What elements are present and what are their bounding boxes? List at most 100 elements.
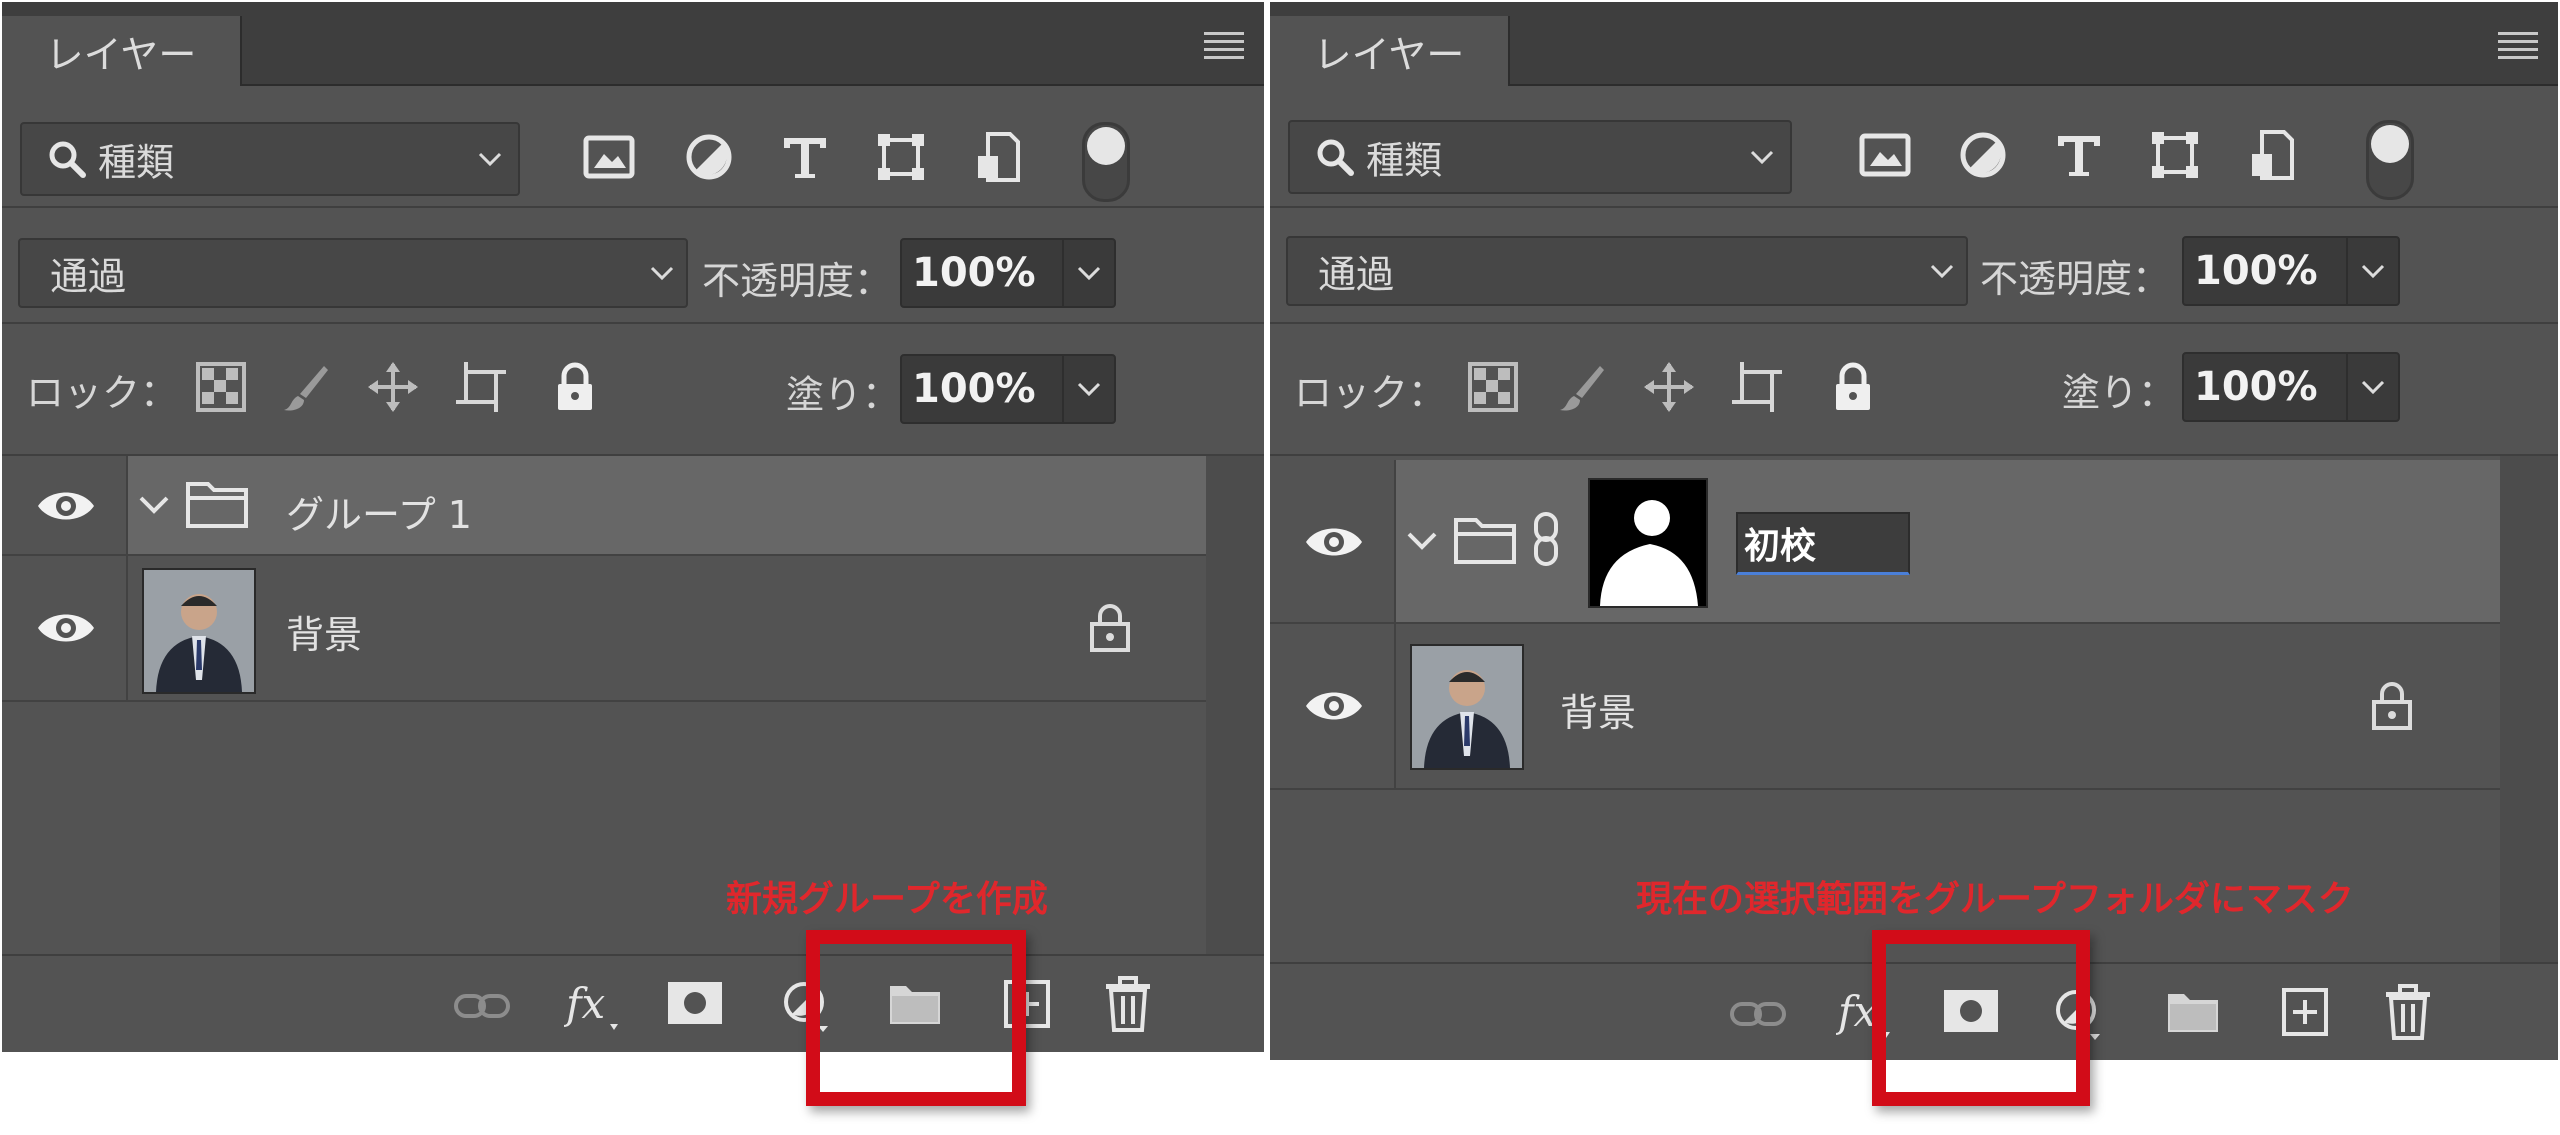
layer-name[interactable]: 背景 (286, 604, 362, 659)
eye-icon[interactable] (1304, 686, 1364, 726)
fill-chevron-icon[interactable] (2346, 354, 2398, 420)
link-layers-icon[interactable] (1728, 994, 1788, 1034)
lock-image-pixels-icon[interactable] (280, 360, 334, 414)
tab-layers[interactable]: レイヤー (1270, 16, 1510, 86)
opacity-chevron-icon[interactable] (2346, 238, 2398, 304)
lock-all-icon[interactable] (1826, 360, 1880, 414)
fill-label: 塗り： (786, 373, 901, 417)
opacity-label: 不透明度： (702, 259, 893, 303)
type-filter-icon[interactable] (2052, 128, 2106, 182)
lock-row: ロック： 塗り： 100% (2, 324, 1264, 456)
tab-layers-label: レイヤー (45, 32, 197, 77)
layer-name-input-value: 初校 (1744, 526, 1817, 567)
layer-thumbnail (142, 568, 256, 694)
image-filter-icon[interactable] (1858, 128, 1912, 182)
fill-chevron-icon[interactable] (1062, 356, 1114, 422)
lock-artboard-icon[interactable] (1730, 360, 1784, 414)
visibility-column (1270, 460, 1396, 622)
chevron-down-icon (1750, 150, 1774, 165)
lock-icon (1090, 604, 1130, 652)
opacity-field[interactable]: 100% (900, 238, 1116, 308)
layer-thumbnail (1410, 644, 1524, 770)
search-icon (49, 141, 86, 178)
trash-icon[interactable] (1104, 976, 1152, 1032)
smart-object-filter-icon[interactable] (972, 130, 1026, 184)
smart-object-filter-icon[interactable] (2246, 128, 2300, 182)
person-photo-icon (1412, 646, 1522, 768)
layer-row-group-masked[interactable]: 初校 (1270, 460, 2500, 624)
shape-filter-icon[interactable] (2148, 128, 2202, 182)
lock-all-icon[interactable] (548, 360, 602, 414)
lock-transparent-pixels-icon[interactable] (194, 360, 248, 414)
search-icon (1317, 139, 1354, 176)
annotation-mask-selection: 現在の選択範囲をグループフォルダにマスク (1636, 879, 2354, 920)
lock-label: ロック： (26, 371, 179, 415)
lock-artboard-icon[interactable] (454, 360, 508, 414)
opacity-value: 100% (912, 250, 1036, 296)
blend-mode-dropdown[interactable]: 通過 (18, 238, 688, 308)
layer-name[interactable]: グループ 1 (286, 484, 472, 539)
panel-menu-icon[interactable] (1204, 30, 1244, 60)
lock-icon (2372, 682, 2412, 730)
blend-mode-value: 通過 (1318, 252, 1395, 297)
add-mask-icon[interactable] (666, 978, 724, 1028)
visibility-column (2, 556, 128, 700)
blend-row: 通過 不透明度： 100% (1270, 208, 2558, 324)
link-layers-icon[interactable] (452, 986, 512, 1026)
chain-link-icon[interactable] (1532, 512, 1560, 566)
chevron-down-icon (1930, 264, 1954, 279)
filter-toggle[interactable] (1082, 122, 1130, 202)
layer-row-group[interactable]: グループ 1 (2, 456, 1206, 556)
opacity-value: 100% (2194, 248, 2318, 294)
opacity-field[interactable]: 100% (2182, 236, 2400, 306)
adjustment-filter-icon[interactable] (682, 130, 736, 184)
lock-label: ロック： (1294, 371, 1447, 415)
trash-icon[interactable] (2384, 984, 2432, 1040)
fill-field[interactable]: 100% (2182, 352, 2400, 422)
svg-text:fx: fx (564, 979, 606, 1028)
panel-footer: fx (2, 954, 1264, 1052)
lock-position-icon[interactable] (366, 360, 420, 414)
selected-layer-bg (1396, 460, 2500, 622)
eye-icon[interactable] (36, 608, 96, 648)
tab-layers[interactable]: レイヤー (2, 16, 242, 86)
lock-position-icon[interactable] (1642, 360, 1696, 414)
fill-field[interactable]: 100% (900, 354, 1116, 424)
layer-row-background[interactable]: 背景 (1270, 624, 2500, 790)
type-filter-icon[interactable] (778, 130, 832, 184)
image-filter-icon[interactable] (582, 130, 636, 184)
blend-mode-dropdown[interactable]: 通過 (1286, 236, 1968, 306)
blend-row: 通過 不透明度： 100% (2, 208, 1264, 324)
tab-layers-label: レイヤー (1313, 32, 1465, 77)
lock-row: ロック： 塗り： 100% (1270, 324, 2558, 456)
new-layer-icon[interactable] (2280, 986, 2330, 1038)
eye-icon[interactable] (36, 486, 96, 526)
filter-toggle[interactable] (2366, 120, 2414, 200)
highlight-new-group-button (806, 930, 1026, 1106)
lock-transparent-pixels-icon[interactable] (1466, 360, 1520, 414)
fx-icon[interactable]: fx (564, 976, 624, 1032)
adjustment-filter-icon[interactable] (1956, 128, 2010, 182)
new-group-icon[interactable] (2166, 990, 2220, 1034)
group-mask-thumbnail[interactable] (1588, 478, 1708, 608)
opacity-chevron-icon[interactable] (1062, 240, 1114, 306)
filter-kind-dropdown[interactable]: 種類 (20, 122, 520, 196)
fill-value: 100% (2194, 364, 2318, 410)
layer-row-background[interactable]: 背景 (2, 556, 1206, 702)
filter-kind-label: 種類 (98, 140, 175, 185)
filter-row: 種類 (1270, 86, 2558, 208)
chevron-down-icon[interactable] (1406, 528, 1438, 552)
chevron-down-icon[interactable] (138, 492, 170, 516)
layer-name[interactable]: 背景 (1560, 682, 1636, 737)
visibility-column (1270, 624, 1396, 788)
highlight-add-mask-button (1872, 930, 2090, 1106)
visibility-column (2, 456, 128, 554)
lock-image-pixels-icon[interactable] (1556, 360, 1610, 414)
layer-name-input[interactable]: 初校 (1736, 512, 1910, 575)
panel-tab-bar: レイヤー (1270, 2, 2558, 86)
filter-kind-dropdown[interactable]: 種類 (1288, 120, 1792, 194)
panel-menu-icon[interactable] (2498, 30, 2538, 60)
blend-mode-value: 通過 (50, 254, 127, 299)
shape-filter-icon[interactable] (874, 130, 928, 184)
eye-icon[interactable] (1304, 522, 1364, 562)
